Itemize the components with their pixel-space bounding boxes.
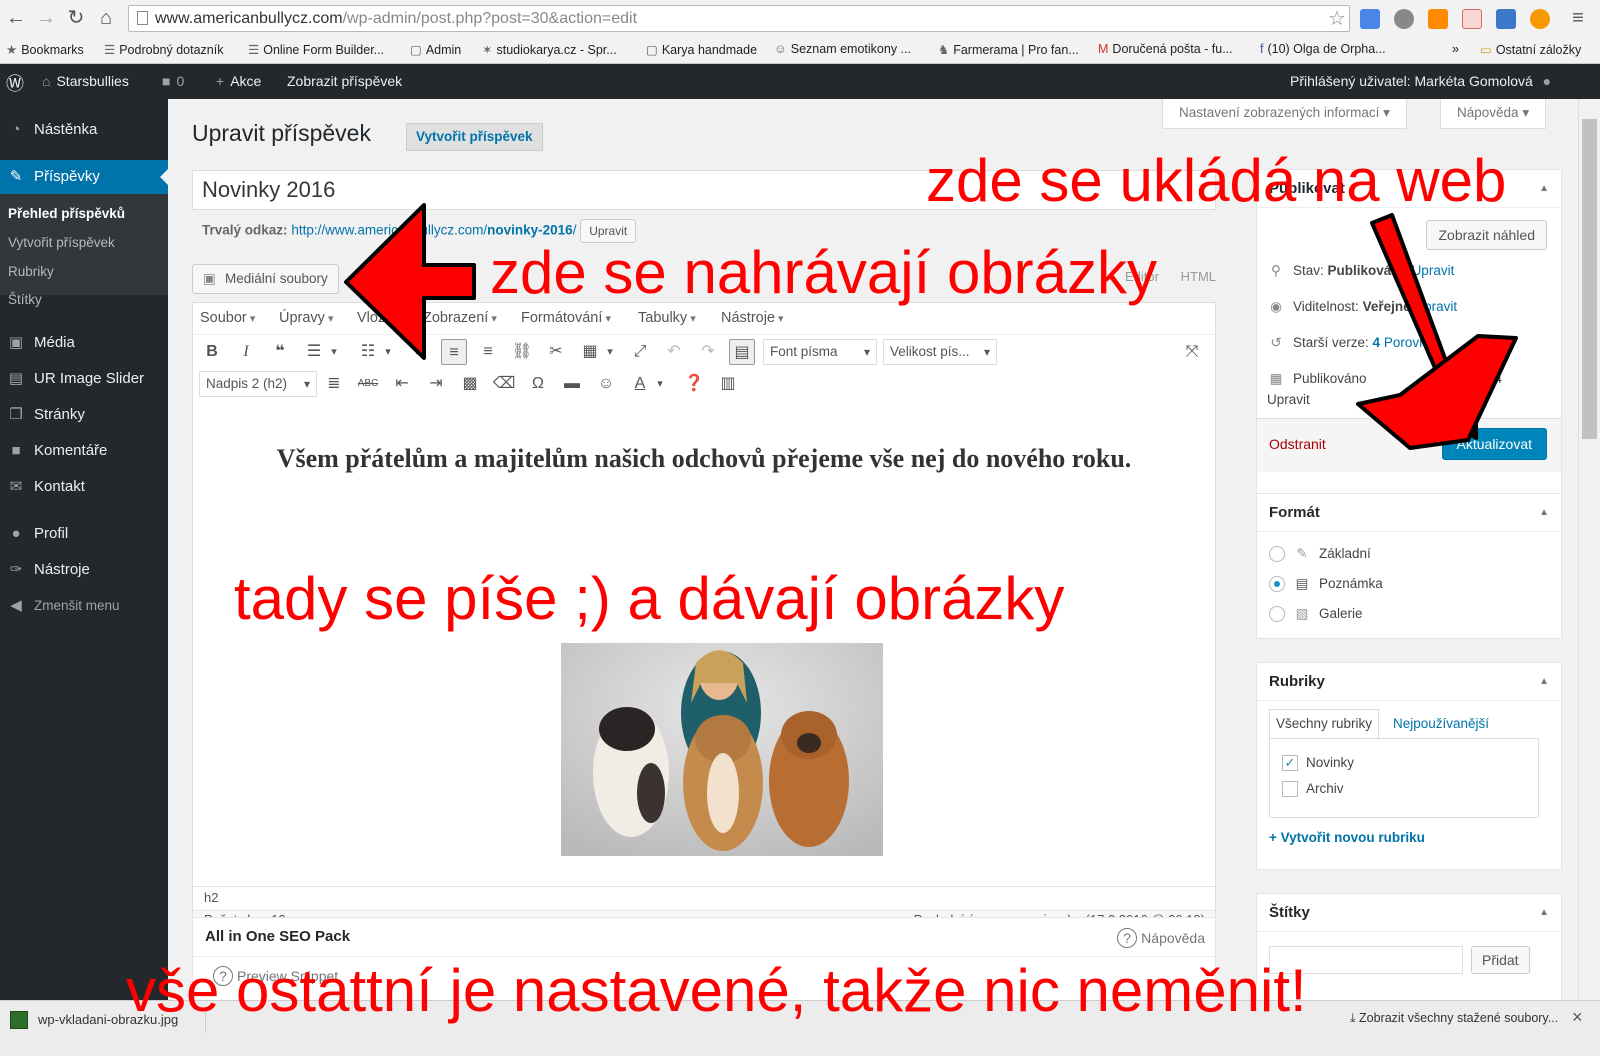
annotation-arrows bbox=[344, 203, 1518, 450]
arrow-to-media bbox=[344, 203, 476, 360]
screenshot: ← → ↻ ⌂ www.americanbullycz.com/wp-admin… bbox=[0, 0, 1600, 1056]
